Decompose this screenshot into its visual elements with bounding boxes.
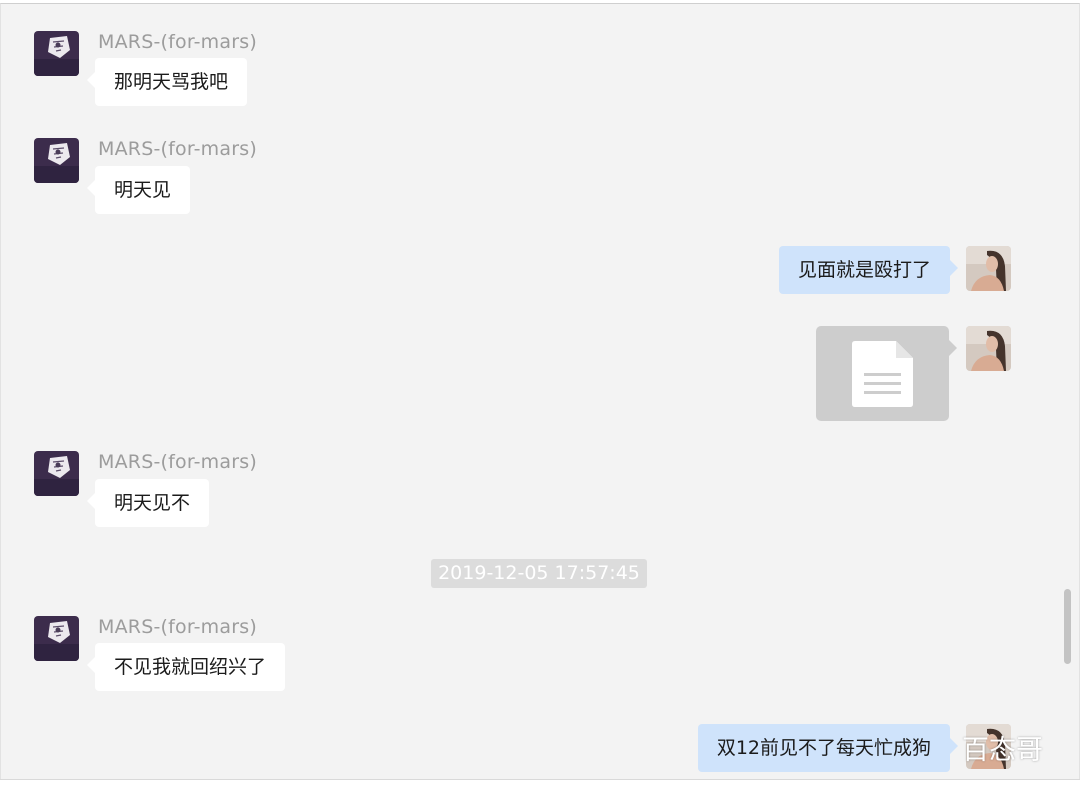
message-bubble[interactable]: 见面就是殴打了: [778, 246, 959, 294]
timestamp-divider: 2019-12-05 17:57:45: [431, 559, 647, 588]
sender-name: MARS-(for-mars): [98, 451, 257, 473]
message-bubble[interactable]: 明天见: [86, 166, 191, 214]
sender-name: MARS-(for-mars): [98, 138, 257, 160]
own-avatar[interactable]: [966, 246, 1011, 291]
sender-avatar[interactable]: [34, 616, 79, 661]
sender-avatar[interactable]: [34, 451, 79, 496]
message-bubble[interactable]: 明天见不: [86, 479, 210, 527]
message-bubble[interactable]: 双12前见不了每天忙成狗: [697, 724, 959, 772]
sender-avatar[interactable]: [34, 138, 79, 183]
sender-name: MARS-(for-mars): [98, 616, 257, 638]
message-bubble[interactable]: 不见我就回绍兴了: [86, 643, 286, 691]
chat-window: MARS-(for-mars) 那明天骂我吧 MARS-(for-mars) 明…: [0, 3, 1080, 780]
document-icon: [852, 341, 913, 407]
divider: [0, 779, 1080, 780]
sender-name: MARS-(for-mars): [98, 31, 257, 53]
sender-avatar[interactable]: [34, 31, 79, 76]
own-avatar[interactable]: [966, 326, 1011, 371]
watermark: 百态哥: [962, 735, 1043, 766]
message-bubble[interactable]: 那明天骂我吧: [86, 58, 248, 106]
file-attachment-bubble[interactable]: [816, 326, 957, 421]
scrollbar-thumb[interactable]: [1064, 589, 1071, 664]
